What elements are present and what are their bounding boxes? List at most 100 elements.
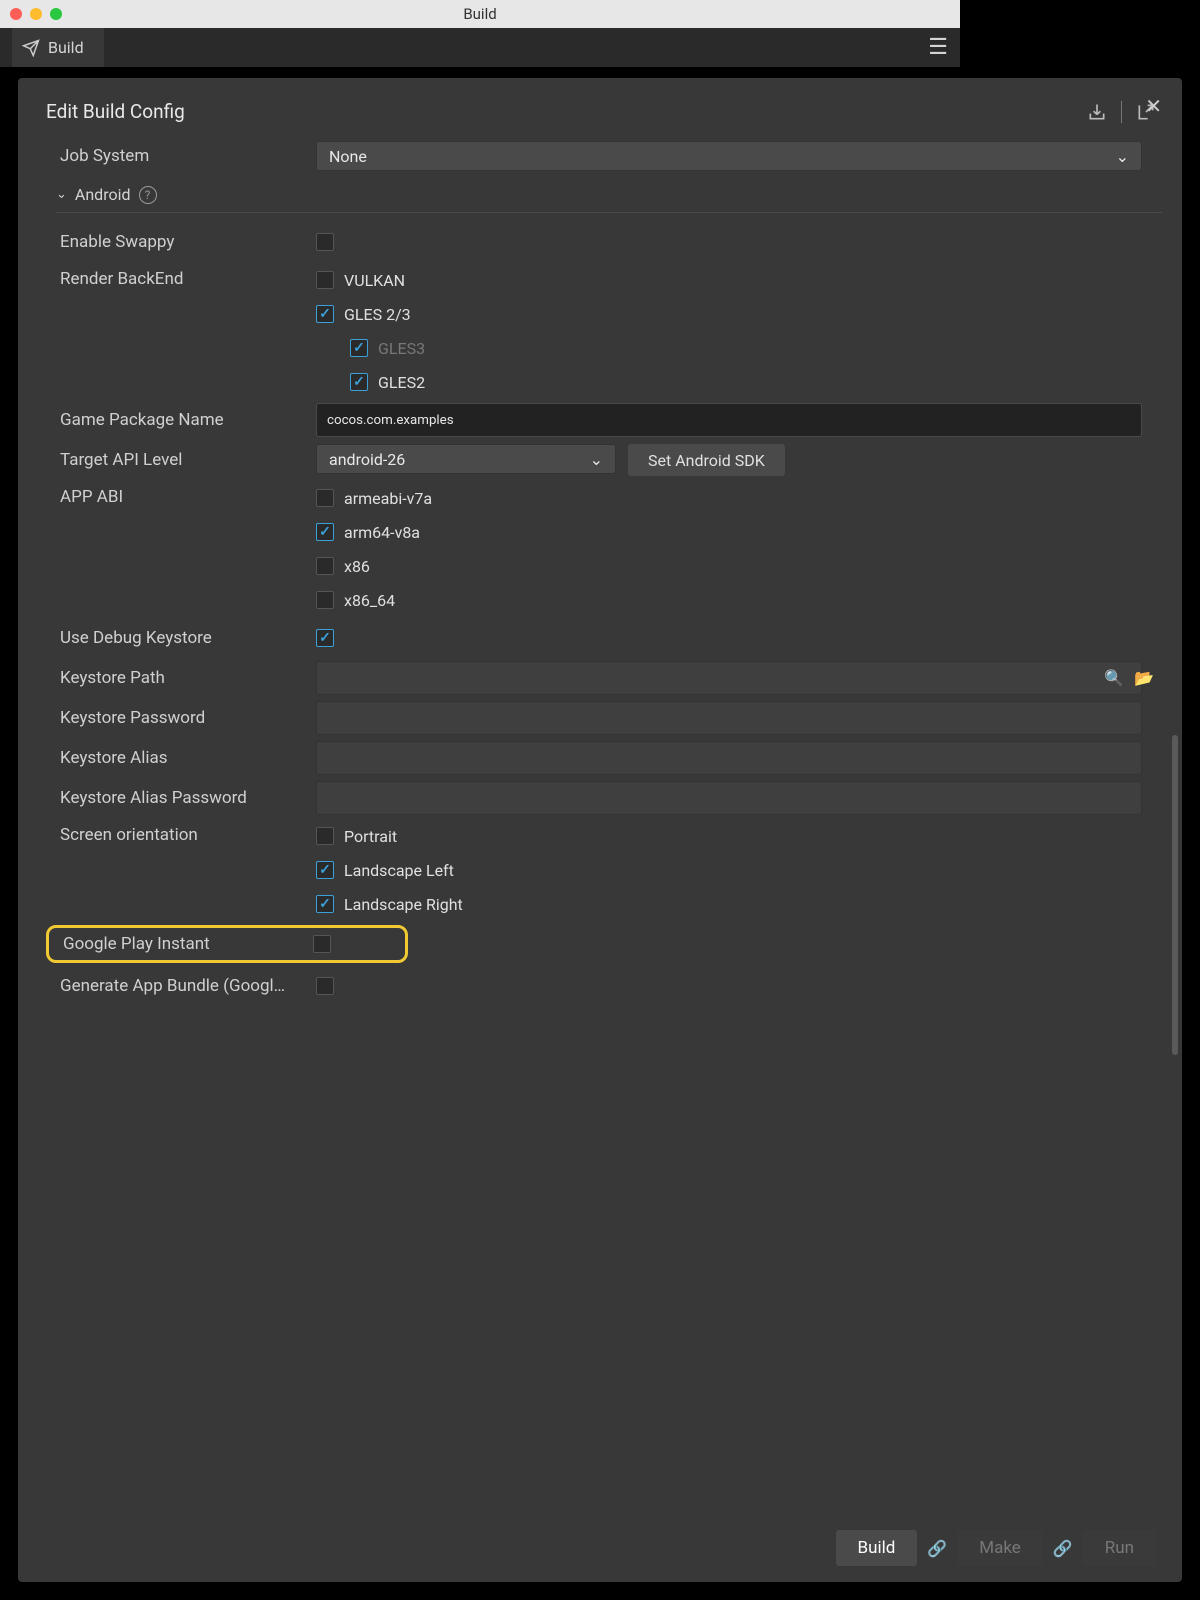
gles23-checkbox[interactable]: [316, 305, 334, 323]
target-api-select[interactable]: android-26 ⌄: [316, 444, 616, 474]
keystore-path-input[interactable]: [316, 661, 1142, 695]
panel-title: Edit Build Config: [46, 100, 185, 123]
row-keystore-password: Keystore Password: [56, 701, 1162, 735]
label-google-play-instant: Google Play Instant: [59, 934, 313, 954]
send-icon: [22, 39, 40, 57]
titlebar: Build: [0, 0, 960, 28]
row-google-play-instant: Google Play Instant: [46, 925, 408, 963]
job-system-select[interactable]: None ⌄: [316, 141, 1142, 171]
portrait-label: Portrait: [344, 827, 397, 846]
landscape-left-option[interactable]: Landscape Left: [316, 855, 1142, 885]
run-button[interactable]: Run: [1083, 1530, 1156, 1566]
landscape-left-label: Landscape Left: [344, 861, 454, 880]
build-button[interactable]: Build: [836, 1530, 918, 1566]
gles2-option[interactable]: GLES2: [316, 367, 1142, 397]
label-screen-orientation: Screen orientation: [56, 821, 316, 845]
panel-header: Edit Build Config: [18, 78, 1182, 135]
row-keystore-alias: Keystore Alias: [56, 741, 1162, 775]
close-icon[interactable]: ✕: [1145, 94, 1162, 118]
landscape-right-option[interactable]: Landscape Right: [316, 889, 1142, 919]
scrollbar[interactable]: [1172, 735, 1178, 1055]
target-api-value: android-26: [329, 450, 405, 469]
row-job-system: Job System None ⌄: [56, 139, 1162, 173]
gles23-option[interactable]: GLES 2/3: [316, 299, 1142, 329]
android-section-header[interactable]: ⌄ Android ?: [56, 179, 1162, 213]
maximize-window-icon[interactable]: [50, 8, 62, 20]
minimize-window-icon[interactable]: [30, 8, 42, 20]
label-job-system: Job System: [56, 146, 316, 166]
divider: [1121, 101, 1122, 123]
build-config-panel: ✕ Edit Build Config Job System None ⌄ ⌄ …: [18, 78, 1182, 1582]
label-enable-swappy: Enable Swappy: [56, 232, 316, 252]
x86-option[interactable]: x86: [316, 551, 1142, 581]
row-package-name: Game Package Name: [56, 403, 1162, 437]
portrait-checkbox[interactable]: [316, 827, 334, 845]
arm64-checkbox[interactable]: [316, 523, 334, 541]
make-button[interactable]: Make: [957, 1530, 1043, 1566]
landscape-right-checkbox[interactable]: [316, 895, 334, 913]
label-target-api: Target API Level: [56, 450, 316, 470]
label-keystore-alias-password: Keystore Alias Password: [56, 788, 316, 808]
menu-icon[interactable]: ☰: [928, 35, 948, 60]
vulkan-option[interactable]: VULKAN: [316, 265, 1142, 295]
x86-64-label: x86_64: [344, 591, 395, 610]
label-render-backend: Render BackEnd: [56, 265, 316, 289]
panel-content: Job System None ⌄ ⌄ Android ? Enable Swa…: [18, 135, 1182, 1499]
app-bundle-checkbox[interactable]: [316, 977, 334, 995]
label-app-abi: APP ABI: [56, 483, 316, 507]
vulkan-checkbox[interactable]: [316, 271, 334, 289]
job-system-value: None: [329, 147, 367, 166]
label-keystore-path: Keystore Path: [56, 668, 316, 688]
gles3-option[interactable]: GLES3: [316, 333, 1142, 363]
link-icon: 🔗: [927, 1539, 947, 1558]
landscape-right-label: Landscape Right: [344, 895, 463, 914]
label-keystore-password: Keystore Password: [56, 708, 316, 728]
link-icon: 🔗: [1053, 1539, 1073, 1558]
help-icon[interactable]: ?: [139, 186, 157, 204]
window-controls: [10, 8, 62, 20]
google-play-instant-checkbox[interactable]: [313, 935, 331, 953]
gles2-checkbox[interactable]: [350, 373, 368, 391]
gles23-label: GLES 2/3: [344, 305, 411, 324]
arm64-label: arm64-v8a: [344, 523, 420, 542]
row-debug-keystore: Use Debug Keystore: [56, 621, 1162, 655]
gles3-label: GLES3: [378, 339, 425, 358]
gles2-label: GLES2: [378, 373, 425, 392]
search-icon[interactable]: 🔍: [1104, 669, 1124, 688]
keystore-alias-password-input[interactable]: [316, 781, 1142, 815]
gles3-checkbox[interactable]: [350, 339, 368, 357]
window-title: Build: [463, 5, 496, 23]
label-package-name: Game Package Name: [56, 410, 316, 430]
enable-swappy-checkbox[interactable]: [316, 233, 334, 251]
armeabi-label: armeabi-v7a: [344, 489, 432, 508]
arm64-option[interactable]: arm64-v8a: [316, 517, 1142, 547]
row-screen-orientation: Screen orientation Portrait Landscape Le…: [56, 821, 1162, 919]
x86-label: x86: [344, 557, 370, 576]
folder-open-icon[interactable]: 📂: [1134, 669, 1154, 688]
row-keystore-alias-password: Keystore Alias Password: [56, 781, 1162, 815]
package-name-input[interactable]: [316, 403, 1142, 437]
keystore-password-input[interactable]: [316, 701, 1142, 735]
tab-build[interactable]: Build: [12, 28, 104, 67]
close-window-icon[interactable]: [10, 8, 22, 20]
landscape-left-checkbox[interactable]: [316, 861, 334, 879]
panel-footer: Build 🔗 Make 🔗 Run: [836, 1530, 1156, 1566]
row-app-bundle: Generate App Bundle (Googl…: [56, 969, 1162, 1003]
row-render-backend: Render BackEnd VULKAN GLES 2/3 GLES3 GLE…: [56, 265, 1162, 397]
x86-64-checkbox[interactable]: [316, 591, 334, 609]
tab-label: Build: [48, 38, 84, 57]
row-app-abi: APP ABI armeabi-v7a arm64-v8a x86 x86_64: [56, 483, 1162, 615]
x86-checkbox[interactable]: [316, 557, 334, 575]
import-icon[interactable]: [1087, 102, 1107, 122]
keystore-alias-input[interactable]: [316, 741, 1142, 775]
armeabi-checkbox[interactable]: [316, 489, 334, 507]
chevron-down-icon: ⌄: [56, 187, 67, 202]
armeabi-option[interactable]: armeabi-v7a: [316, 483, 1142, 513]
set-android-sdk-button[interactable]: Set Android SDK: [628, 444, 785, 476]
tab-bar: Build ☰: [0, 28, 960, 68]
debug-keystore-checkbox[interactable]: [316, 629, 334, 647]
vulkan-label: VULKAN: [344, 271, 405, 290]
label-debug-keystore: Use Debug Keystore: [56, 628, 316, 648]
x86-64-option[interactable]: x86_64: [316, 585, 1142, 615]
portrait-option[interactable]: Portrait: [316, 821, 1142, 851]
